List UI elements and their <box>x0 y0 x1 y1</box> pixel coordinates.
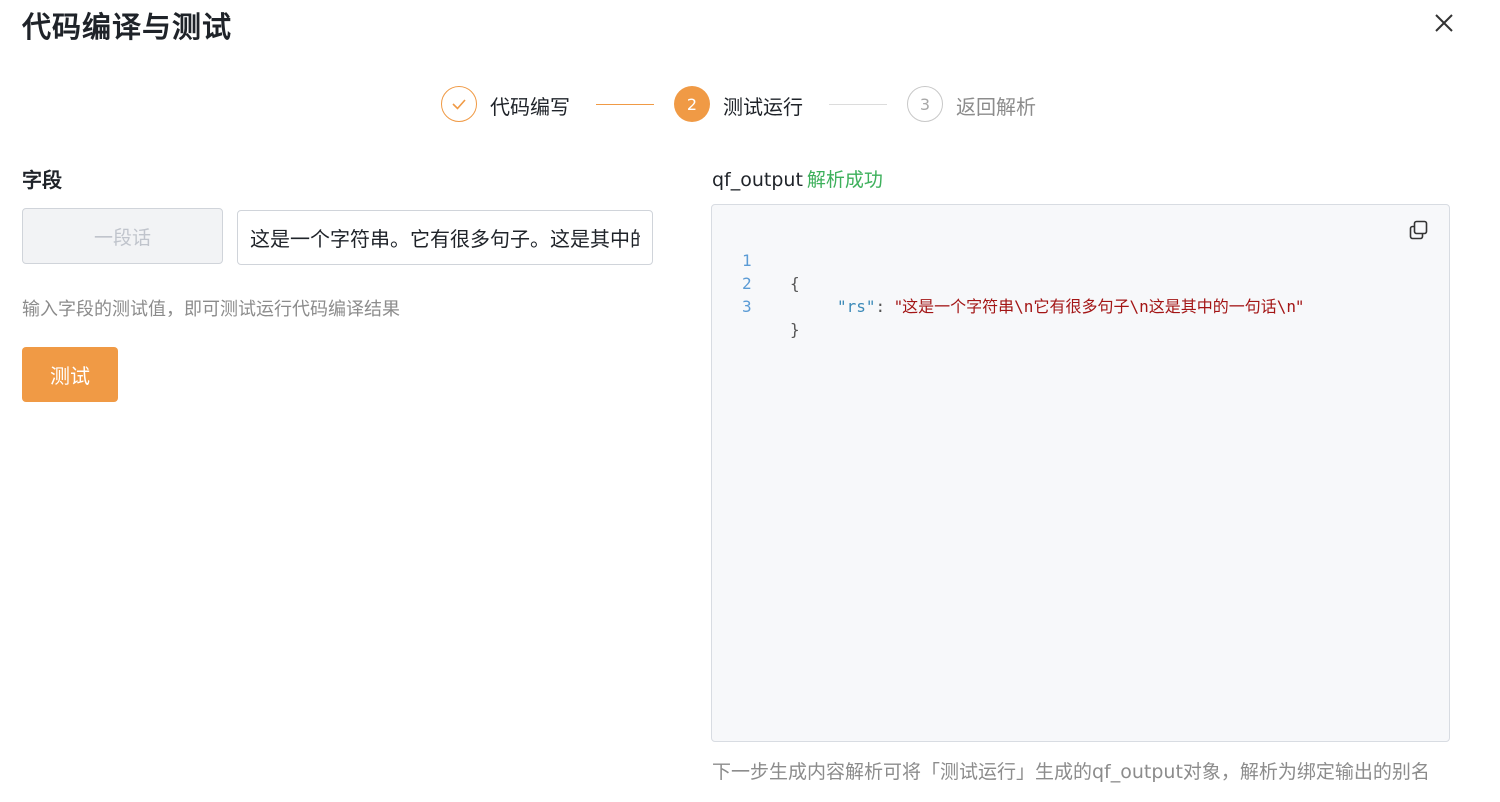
parse-status: 解析成功 <box>806 169 883 191</box>
value-escape: \n <box>1014 297 1034 316</box>
output-name: qf_output <box>712 169 803 191</box>
test-button[interactable]: 测试 <box>22 347 118 402</box>
step-2-label: 测试运行 <box>723 95 803 119</box>
footer-note: 下一步生成内容解析可将「测试运行」生成的qf_output对象，解析为绑定输出的… <box>712 761 1430 783</box>
dialog-title: 代码编译与测试 <box>22 10 233 44</box>
code-line: 3 } <box>712 272 800 339</box>
value-part: 它有很多句子 <box>1033 297 1130 316</box>
value-escape: \n <box>1129 297 1149 316</box>
output-header: qf_output 解析成功 <box>712 165 883 192</box>
field-value-input[interactable] <box>237 210 653 265</box>
code-viewer[interactable]: 1 { 2 "rs": "这是一个字符串\n它有很多句子\n这是其中的一句话\n… <box>711 204 1450 742</box>
close-brace: } <box>790 320 800 339</box>
value-part: " <box>1296 297 1304 316</box>
check-icon <box>441 86 477 122</box>
step-1-label: 代码编写 <box>490 95 570 119</box>
json-key: "rs" <box>837 297 876 316</box>
step-3-number: 3 <box>907 86 943 122</box>
step-connector-1 <box>596 104 654 105</box>
value-part: "这是一个字符串 <box>894 297 1015 316</box>
step-2-number: 2 <box>674 86 710 122</box>
step-indicator: 代码编写 2 测试运行 3 返回解析 <box>0 86 1500 124</box>
hint-text: 输入字段的测试值，即可测试运行代码编译结果 <box>22 299 400 320</box>
line-number: 3 <box>742 297 752 316</box>
copy-icon[interactable] <box>1408 219 1430 241</box>
code-line: 2 "rs": "这是一个字符串\n它有很多句子\n这是其中的一句话\n" <box>712 249 1303 316</box>
open-brace: { <box>790 274 800 293</box>
json-value: "这是一个字符串\n它有很多句子\n这是其中的一句话\n" <box>895 297 1304 316</box>
json-entry: "rs": "这是一个字符串\n它有很多句子\n这是其中的一句话\n" <box>837 295 1303 318</box>
code-line: 1 { <box>712 226 800 293</box>
json-colon: : <box>875 297 895 316</box>
field-name-box: 一段话 <box>22 208 223 264</box>
field-section-label: 字段 <box>22 168 62 192</box>
step-3-label: 返回解析 <box>956 95 1036 119</box>
close-icon[interactable] <box>1428 7 1460 39</box>
step-connector-2 <box>829 104 887 105</box>
value-escape: \n <box>1276 297 1296 316</box>
code-compile-test-dialog: 代码编译与测试 代码编写 2 测试运行 3 返回解析 字段 一段话 输入字段的测… <box>0 0 1500 802</box>
value-part: 这是其中的一句话 <box>1148 297 1277 316</box>
